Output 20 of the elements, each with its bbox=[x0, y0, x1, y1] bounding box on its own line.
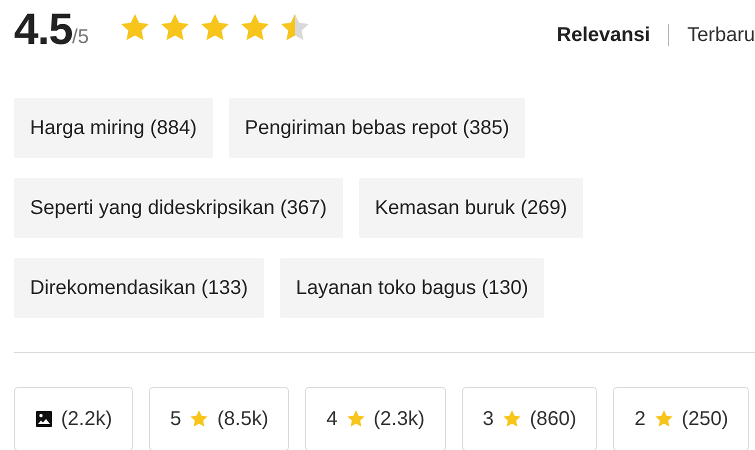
review-tag[interactable]: Pengiriman bebas repot (385) bbox=[228, 98, 526, 158]
image-icon bbox=[35, 410, 53, 428]
star-icon bbox=[502, 409, 522, 429]
filter-button[interactable]: (2.2k) bbox=[14, 387, 134, 450]
sort-tab[interactable]: Terbaru bbox=[687, 20, 755, 50]
filter-button[interactable]: 3 (860) bbox=[462, 387, 598, 450]
star-icon bbox=[346, 409, 366, 429]
sort-tab[interactable]: Relevansi bbox=[556, 20, 650, 50]
review-tag[interactable]: Harga miring (884) bbox=[14, 98, 213, 158]
review-tag[interactable]: Seperti yang dideskripsikan (367) bbox=[14, 178, 343, 238]
rating-score: 4.5 bbox=[14, 8, 72, 52]
star-icon bbox=[189, 409, 210, 429]
filter-button[interactable]: 5 (8.5k) bbox=[149, 387, 290, 450]
review-tag[interactable]: Layanan toko bagus (130) bbox=[280, 258, 544, 318]
star-icon bbox=[654, 409, 674, 429]
filter-button[interactable]: 4 (2.3k) bbox=[305, 387, 446, 450]
rating-scale: /5 bbox=[72, 25, 89, 50]
review-tag[interactable]: Kemasan buruk (269) bbox=[358, 178, 584, 238]
review-tag[interactable]: Direkomendasikan (133) bbox=[14, 258, 264, 318]
filter-button[interactable]: 2 (250) bbox=[613, 387, 750, 450]
